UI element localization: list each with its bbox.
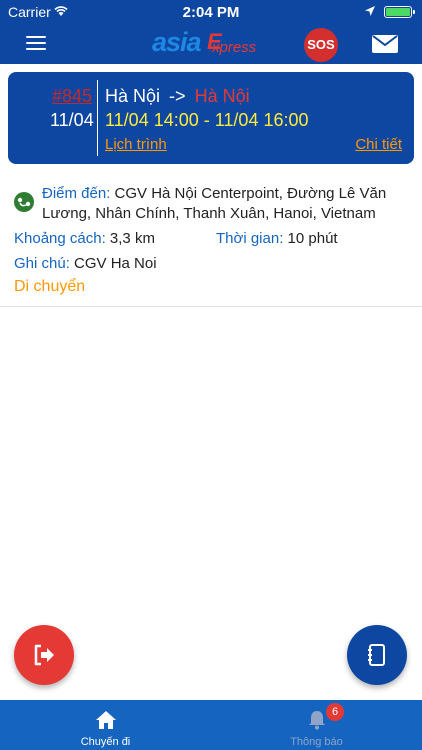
route-arrow: ->	[169, 86, 186, 106]
sign-out-icon	[34, 644, 54, 666]
distance-row: Khoảng cách: 3,3 km	[14, 230, 155, 247]
duration-value: 10 phút	[287, 230, 338, 247]
note-label: Ghi chú:	[14, 255, 70, 272]
note-value: CGV Ha Noi	[74, 255, 157, 272]
bottom-tab-bar: Chuyến đi 6 Thông báo	[0, 700, 422, 750]
duration-row: Thời gian: 10 phút	[216, 230, 338, 247]
trip-id-link[interactable]: #845	[52, 86, 92, 107]
app-logo: asia E xpress	[152, 27, 272, 59]
card-divider	[97, 80, 98, 156]
duration-label: Thời gian:	[216, 230, 284, 247]
trip-date: 11/04	[50, 110, 94, 130]
clock: 2:04 PM	[182, 4, 240, 21]
move-button[interactable]: Di chuyển	[14, 278, 85, 296]
sos-button[interactable]: SOS	[304, 28, 338, 62]
mail-icon[interactable]	[372, 35, 398, 53]
menu-button[interactable]	[26, 36, 48, 52]
bell-icon	[309, 711, 325, 730]
menu-icon	[26, 36, 46, 38]
notification-badge: 6	[326, 703, 344, 721]
destination: Điểm đến: CGV Hà Nội Centerpoint, Đường …	[42, 184, 412, 224]
trip-route: Hà Nội -> Hà Nội	[105, 86, 250, 107]
tab-trips[interactable]: Chuyến đi	[0, 700, 211, 750]
route-to: Hà Nội	[194, 86, 250, 106]
home-icon	[96, 711, 116, 729]
logo-asia-text: asia	[152, 27, 202, 57]
schedule-link[interactable]: Lịch trình	[105, 136, 167, 153]
divider	[0, 306, 422, 307]
exit-button[interactable]	[14, 625, 74, 685]
tab-notifications-label: Thông báo	[290, 736, 343, 748]
tab-trips-label: Chuyến đi	[80, 736, 131, 748]
battery-icon	[384, 6, 415, 18]
status-bar: Carrier 2:04 PM	[0, 0, 422, 24]
distance-value: 3,3 km	[109, 230, 155, 247]
route-from: Hà Nội	[105, 86, 161, 106]
top-nav-bar: asia E xpress SOS	[0, 24, 422, 64]
logo-express-text: xpress	[212, 39, 257, 56]
distance-label: Khoảng cách:	[14, 230, 106, 247]
tab-notifications[interactable]: 6 Thông báo	[211, 700, 422, 750]
menu-icon-line	[26, 48, 46, 50]
notebook-button[interactable]	[347, 625, 407, 685]
detail-link[interactable]: Chi tiết	[355, 136, 402, 153]
trip-card[interactable]: #845 11/04 Hà Nội -> Hà Nội 11/04 14:00 …	[8, 72, 414, 164]
destination-label: Điểm đến:	[42, 185, 111, 202]
location-arrow-icon	[365, 6, 375, 16]
route-icon	[14, 192, 34, 212]
note-row: Ghi chú: CGV Ha Noi	[14, 255, 157, 272]
trip-time-range: 11/04 14:00 - 11/04 16:00	[105, 110, 309, 130]
menu-icon-line	[26, 42, 46, 44]
notebook-icon	[368, 644, 385, 666]
